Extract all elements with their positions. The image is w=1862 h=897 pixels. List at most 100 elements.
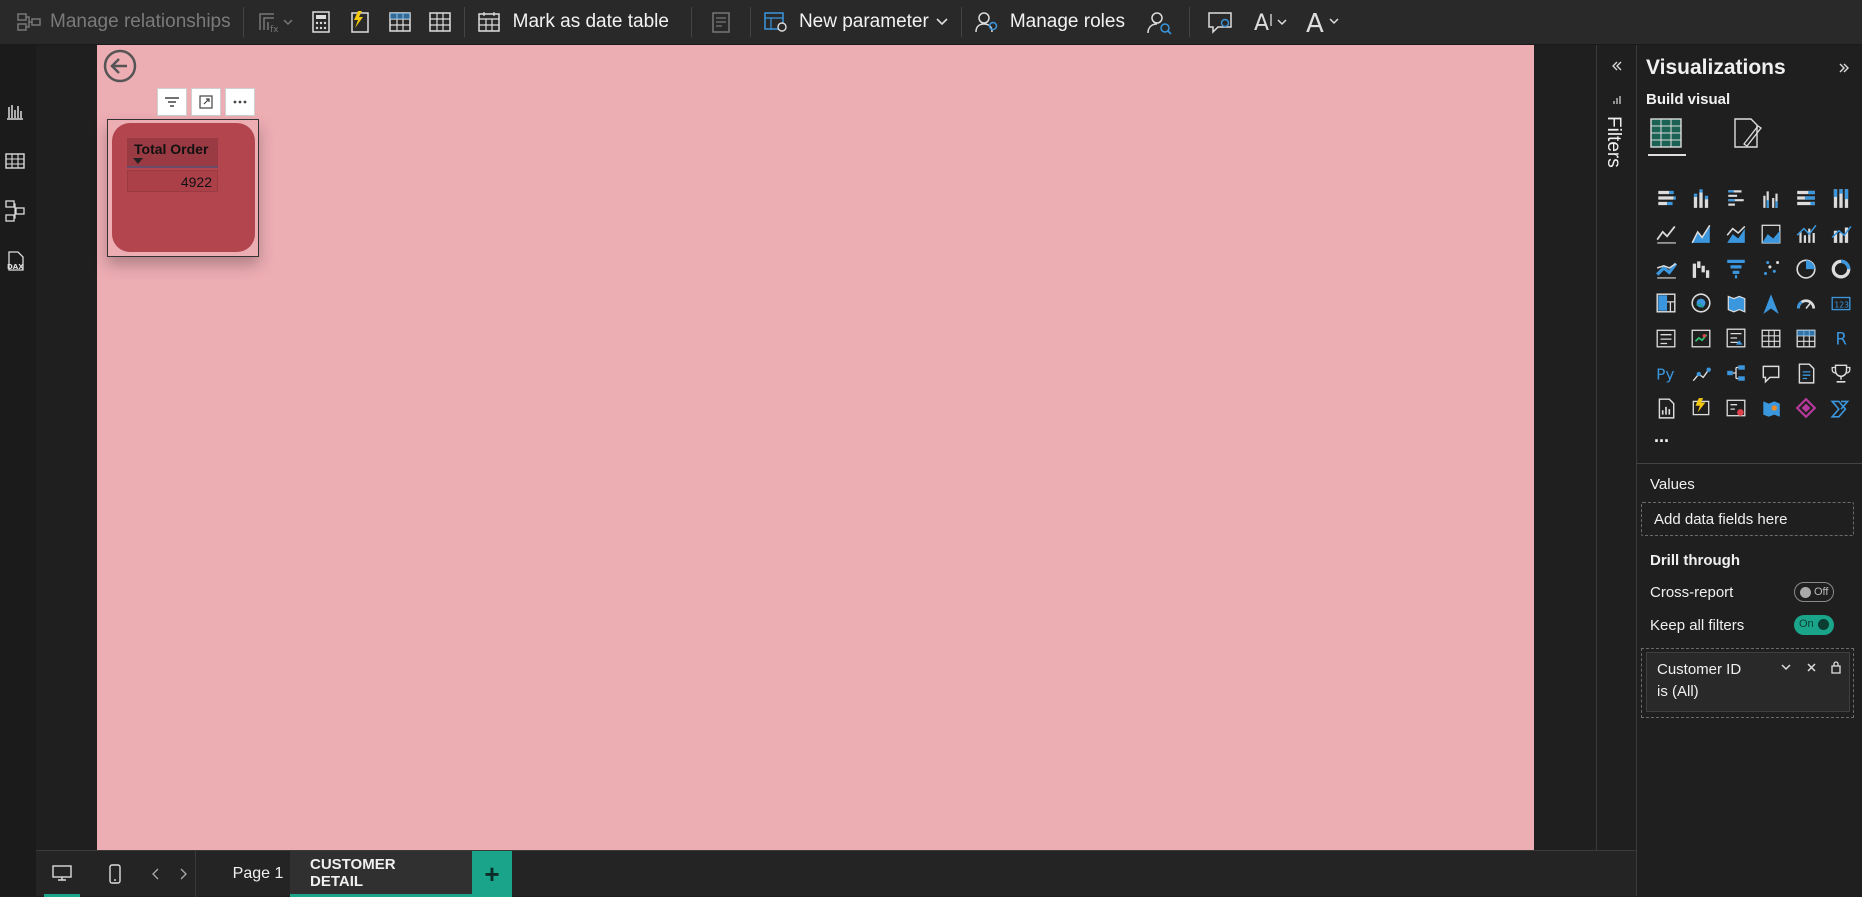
desktop-layout-button[interactable]	[44, 851, 80, 897]
qa-visual-icon[interactable]	[1753, 355, 1788, 390]
decomposition-tree-icon[interactable]	[1718, 355, 1753, 390]
stacked-bar-chart-icon[interactable]	[1648, 180, 1683, 215]
power-automate-icon[interactable]	[1718, 390, 1753, 425]
filter-card[interactable]: Customer ID is (All)	[1646, 652, 1850, 712]
gauge-icon[interactable]	[1788, 285, 1823, 320]
view-as-button[interactable]	[1133, 0, 1185, 45]
power-apps-diamond-icon[interactable]	[1788, 390, 1823, 425]
more-options-button[interactable]	[225, 88, 255, 116]
add-page-button[interactable]: +	[472, 851, 512, 897]
line-stacked-column-icon[interactable]	[1823, 215, 1858, 250]
ribbon-chart-icon[interactable]	[1648, 250, 1683, 285]
power-automate-arrow-icon[interactable]	[1823, 390, 1858, 425]
svg-text:Py: Py	[1656, 365, 1674, 383]
expand-icon	[199, 95, 213, 109]
font-size-button[interactable]: A	[1298, 0, 1350, 45]
next-page-button[interactable]	[173, 851, 193, 897]
table-view-button[interactable]	[0, 146, 30, 176]
new-table-button[interactable]	[380, 0, 420, 45]
funnel-chart-icon[interactable]	[1718, 250, 1753, 285]
paginated-report-icon[interactable]	[1648, 390, 1683, 425]
lock-icon[interactable]	[1830, 660, 1842, 674]
cross-report-state: Off	[1814, 586, 1829, 598]
what-if-button[interactable]	[696, 0, 746, 45]
previous-page-button[interactable]	[146, 851, 166, 897]
smart-narrative-icon[interactable]	[1788, 355, 1823, 390]
stacked-column-chart-icon[interactable]	[1683, 180, 1718, 215]
tab-customer-detail[interactable]: CUSTOMER DETAIL	[290, 851, 472, 897]
area-chart-icon[interactable]	[1683, 215, 1718, 250]
model-view-button[interactable]	[0, 196, 30, 226]
filter-field-name: Customer ID	[1657, 661, 1742, 678]
report-view-button[interactable]	[0, 96, 30, 126]
azure-map-icon[interactable]	[1753, 285, 1788, 320]
new-column-button[interactable]	[340, 0, 380, 45]
new-measure-button[interactable]: fx	[248, 0, 302, 45]
power-apps-icon[interactable]	[1683, 390, 1718, 425]
table-icon	[5, 153, 25, 169]
mobile-layout-button[interactable]	[100, 851, 130, 897]
key-influencers-icon[interactable]	[1683, 355, 1718, 390]
table-visual-icon[interactable]	[1753, 320, 1788, 355]
values-drop-zone[interactable]: Add data fields here	[1641, 502, 1854, 536]
arcgis-map-icon[interactable]	[1753, 390, 1788, 425]
visual-header-toolbar	[157, 88, 255, 116]
separator	[690, 7, 692, 37]
100-stacked-column-icon[interactable]	[1823, 180, 1858, 215]
collapse-pane-icon[interactable]	[1838, 62, 1850, 74]
100-stacked-bar-icon[interactable]	[1788, 180, 1823, 215]
keep-all-filters-toggle[interactable]: On	[1794, 615, 1834, 635]
svg-text:123: 123	[1834, 300, 1849, 309]
expand-double-chevron-icon[interactable]	[1611, 60, 1623, 72]
back-arrow-icon	[103, 49, 137, 83]
chevron-left-icon	[152, 868, 159, 880]
report-page[interactable]	[97, 45, 1534, 850]
filters-pane-label[interactable]: Filters	[1602, 116, 1624, 168]
metrics-icon[interactable]	[1823, 355, 1858, 390]
more-visuals-button[interactable]: ...	[1654, 426, 1669, 447]
format-visual-tab[interactable]	[1730, 116, 1768, 156]
slicer-icon[interactable]	[1718, 320, 1753, 355]
manage-roles-label: Manage roles	[1009, 11, 1125, 32]
pie-chart-icon[interactable]	[1788, 250, 1823, 285]
mark-date-table-button[interactable]: Mark as date table	[469, 0, 677, 45]
card-icon[interactable]: 123	[1823, 285, 1858, 320]
focus-mode-button[interactable]	[191, 88, 221, 116]
cross-report-toggle[interactable]: Off	[1794, 582, 1834, 602]
manage-roles-button[interactable]: Manage roles	[966, 0, 1133, 45]
python-visual-icon[interactable]: Py	[1648, 355, 1683, 390]
manage-relationships-button[interactable]: Manage relationships	[0, 0, 239, 45]
100-stacked-area-icon[interactable]	[1753, 215, 1788, 250]
dax-query-view-button[interactable]: DAX	[0, 246, 30, 276]
visualizations-pane	[1636, 45, 1862, 896]
build-visual-tab[interactable]	[1648, 116, 1686, 156]
filter-visual-button[interactable]	[157, 88, 187, 116]
donut-chart-icon[interactable]	[1823, 250, 1858, 285]
chevron-down-icon[interactable]	[1780, 663, 1792, 673]
chevron-right-icon	[180, 868, 187, 880]
r-visual-icon[interactable]: R	[1823, 320, 1858, 355]
stacked-area-chart-icon[interactable]	[1718, 215, 1753, 250]
filter-icon	[1613, 96, 1621, 104]
language-button[interactable]: A	[1246, 0, 1298, 45]
scatter-chart-icon[interactable]	[1753, 250, 1788, 285]
close-icon[interactable]	[1806, 662, 1817, 673]
multi-row-card-icon[interactable]	[1648, 320, 1683, 355]
back-button[interactable]	[102, 48, 138, 84]
matrix-icon[interactable]	[1788, 320, 1823, 355]
treemap-icon[interactable]	[1648, 285, 1683, 320]
keep-all-filters-state: On	[1799, 618, 1814, 630]
waterfall-chart-icon[interactable]	[1683, 250, 1718, 285]
chevron-down-icon	[936, 18, 948, 26]
quick-measure-button[interactable]	[302, 0, 340, 45]
line-clustered-column-icon[interactable]	[1788, 215, 1823, 250]
clustered-bar-chart-icon[interactable]	[1718, 180, 1753, 215]
line-chart-icon[interactable]	[1648, 215, 1683, 250]
new-parameter-button[interactable]: New parameter	[755, 0, 957, 45]
kpi-icon[interactable]	[1683, 320, 1718, 355]
map-icon[interactable]	[1683, 285, 1718, 320]
q-and-a-setup-button[interactable]	[1194, 0, 1246, 45]
table-tools-button[interactable]	[420, 0, 460, 45]
filled-map-icon[interactable]	[1718, 285, 1753, 320]
clustered-column-chart-icon[interactable]	[1753, 180, 1788, 215]
